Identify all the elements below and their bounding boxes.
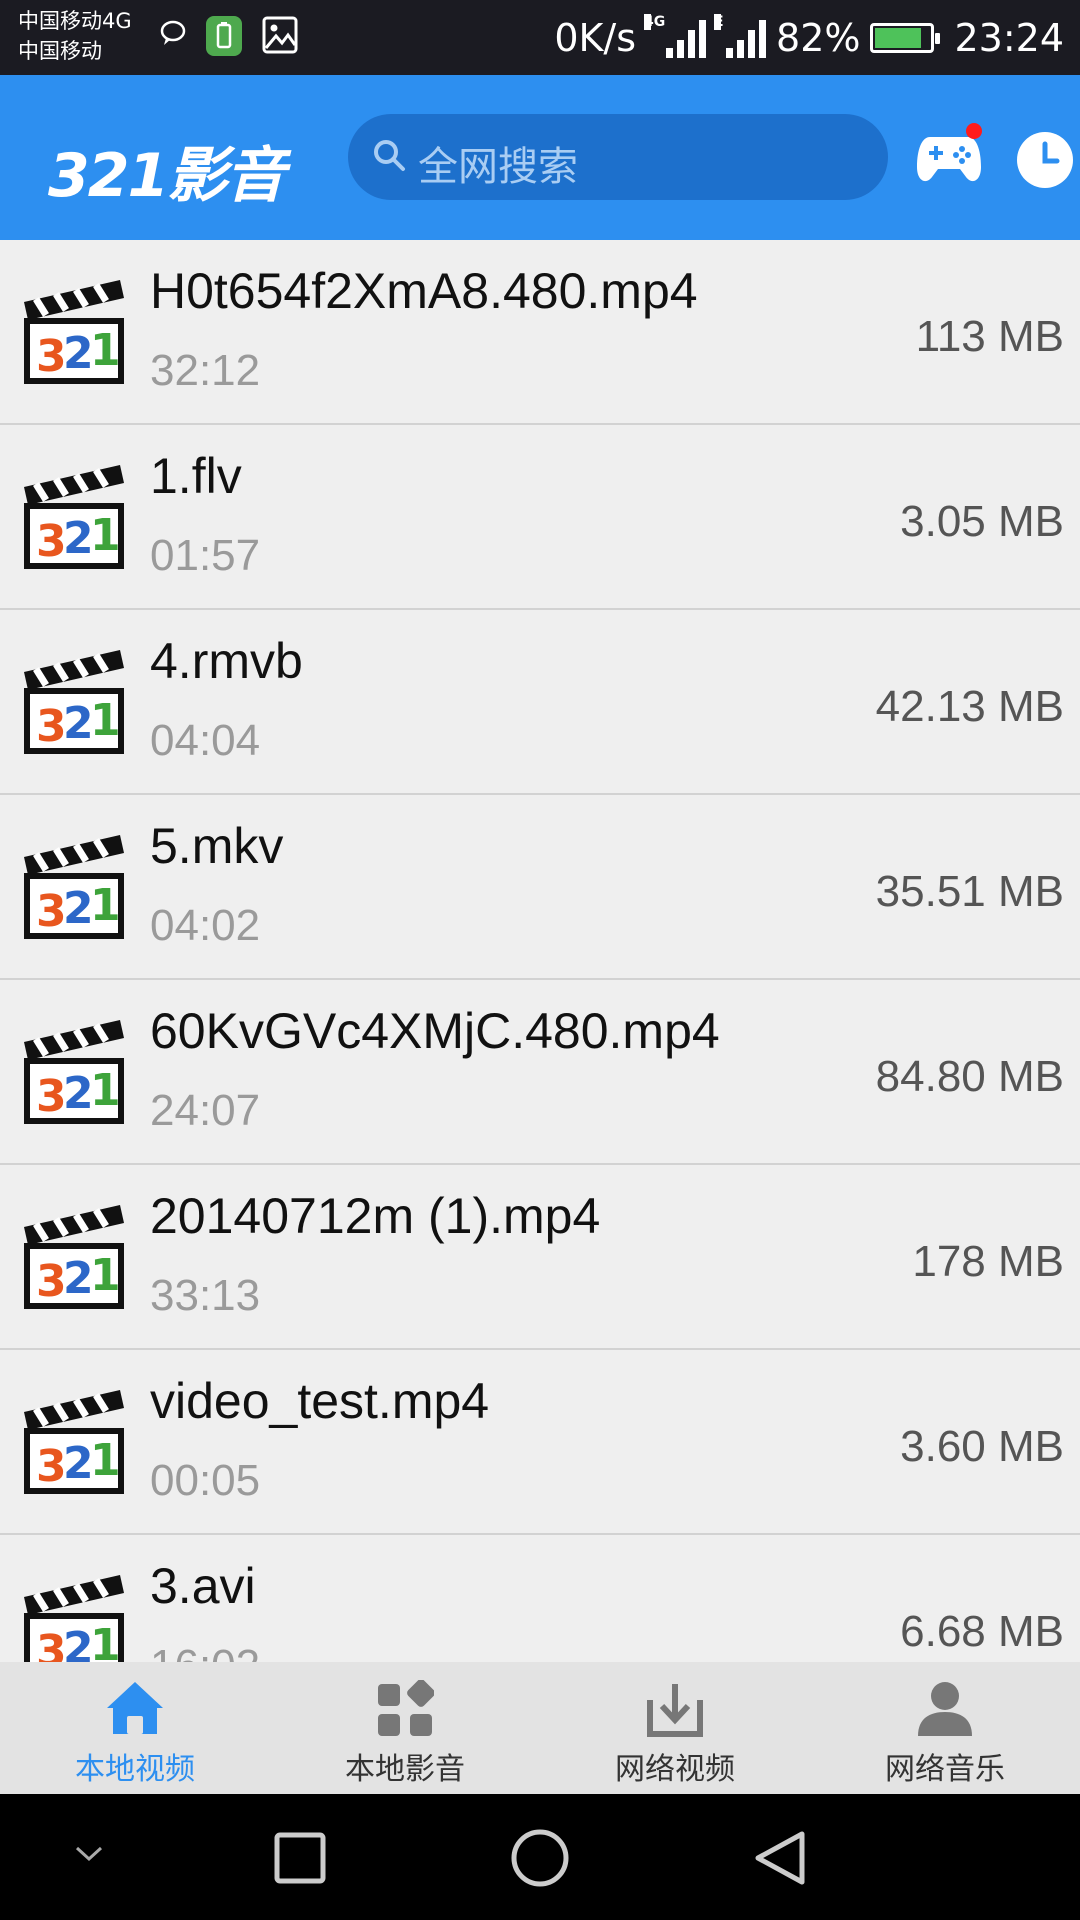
recents-square-icon[interactable] bbox=[274, 1832, 326, 1884]
video-list-item[interactable]: 3 2 1 60KvGVc4XMjC.480.mp4 24:07 84.80 M… bbox=[0, 980, 1080, 1165]
video-list-item[interactable]: 3 2 1 H0t654f2XmA8.480.mp4 32:12 113 MB bbox=[0, 240, 1080, 425]
svg-text:1: 1 bbox=[90, 1620, 121, 1662]
video-list-item[interactable]: 3 2 1 20140712m (1).mp4 33:13 178 MB bbox=[0, 1165, 1080, 1350]
video-duration: 24:07 bbox=[150, 1086, 261, 1135]
battery-saver-icon bbox=[206, 16, 242, 56]
video-list-item[interactable]: 3 2 1 3.avi 16:02 6.68 MB bbox=[0, 1535, 1080, 1662]
tab-label: 本地影音 bbox=[345, 1752, 465, 1787]
tab-online-video[interactable]: 网络视频 bbox=[540, 1662, 810, 1794]
network-speed: 0K/s bbox=[554, 15, 637, 60]
tab-label: 本地视频 bbox=[75, 1752, 195, 1787]
tab-label: 网络音乐 bbox=[885, 1752, 1005, 1787]
video-filename: 20140712m (1).mp4 bbox=[150, 1188, 601, 1244]
video-file-icon: 3 2 1 bbox=[24, 1205, 124, 1309]
tab-local-video[interactable]: 本地视频 bbox=[0, 1662, 270, 1794]
carrier-line-1: 中国移动4G bbox=[18, 9, 132, 33]
tab-local-media[interactable]: 本地影音 bbox=[270, 1662, 540, 1794]
person-icon bbox=[918, 1682, 972, 1736]
search-bar[interactable]: 全网搜索 bbox=[348, 114, 888, 200]
status-right: 0K/s 4G E 82% 23:24 bbox=[554, 0, 1064, 75]
bottom-tab-bar: 本地视频 本地影音 网络视频 网络音乐 bbox=[0, 1662, 1080, 1794]
video-file-icon: 3 2 1 bbox=[24, 1390, 124, 1494]
video-duration: 04:04 bbox=[150, 716, 261, 765]
svg-text:1: 1 bbox=[90, 325, 121, 376]
search-icon bbox=[374, 140, 405, 171]
video-list-item[interactable]: 3 2 1 4.rmvb 04:04 42.13 MB bbox=[0, 610, 1080, 795]
video-filename: 3.avi bbox=[150, 1558, 256, 1614]
tab-label: 网络视频 bbox=[615, 1752, 735, 1787]
svg-text:1: 1 bbox=[90, 510, 121, 561]
video-size: 3.05 MB bbox=[900, 497, 1064, 546]
video-size: 113 MB bbox=[915, 312, 1064, 361]
video-duration: 00:05 bbox=[150, 1456, 261, 1505]
tab-online-music[interactable]: 网络音乐 bbox=[810, 1662, 1080, 1794]
grid-icon bbox=[378, 1680, 434, 1736]
svg-text:1: 1 bbox=[90, 1250, 121, 1301]
video-list-item[interactable]: 3 2 1 video_test.mp4 00:05 3.60 MB bbox=[0, 1350, 1080, 1535]
video-filename: H0t654f2XmA8.480.mp4 bbox=[150, 263, 698, 319]
message-bubble-icon bbox=[160, 20, 186, 45]
video-filename: video_test.mp4 bbox=[150, 1373, 490, 1429]
video-duration: 04:02 bbox=[150, 901, 261, 950]
video-file-icon: 3 2 1 bbox=[24, 280, 124, 384]
video-duration: 33:13 bbox=[150, 1271, 261, 1320]
video-file-icon: 3 2 1 bbox=[24, 650, 124, 754]
video-size: 178 MB bbox=[912, 1237, 1064, 1286]
history-clock-icon[interactable] bbox=[1015, 130, 1075, 190]
video-filename: 60KvGVc4XMjC.480.mp4 bbox=[150, 1003, 720, 1059]
download-icon bbox=[647, 1684, 703, 1737]
back-triangle-icon[interactable] bbox=[752, 1828, 808, 1888]
video-file-icon: 3 2 1 bbox=[24, 1575, 124, 1662]
video-duration: 01:57 bbox=[150, 531, 261, 580]
video-file-icon: 3 2 1 bbox=[24, 1020, 124, 1124]
video-list: 3 2 1 H0t654f2XmA8.480.mp4 32:12 113 MB … bbox=[0, 240, 1080, 1662]
video-list-item[interactable]: 3 2 1 5.mkv 04:02 35.51 MB bbox=[0, 795, 1080, 980]
video-filename: 1.flv bbox=[150, 448, 242, 504]
video-duration: 32:12 bbox=[150, 346, 261, 395]
system-navigation-bar bbox=[0, 1794, 1080, 1920]
video-size: 42.13 MB bbox=[875, 682, 1064, 731]
svg-text:1: 1 bbox=[90, 880, 121, 931]
network-type-4g: 4G bbox=[644, 13, 666, 30]
image-icon bbox=[262, 16, 298, 54]
svg-text:1: 1 bbox=[90, 695, 121, 746]
signal-e-icon: E bbox=[714, 13, 767, 58]
battery-percent: 82% bbox=[776, 15, 861, 60]
video-size: 6.68 MB bbox=[900, 1607, 1064, 1656]
app-logo: 321影音 bbox=[48, 141, 285, 211]
clock-time: 23:24 bbox=[954, 15, 1064, 60]
video-filename: 5.mkv bbox=[150, 818, 284, 874]
carrier-line-2: 中国移动 bbox=[18, 39, 102, 63]
home-icon bbox=[107, 1682, 163, 1734]
chevron-down-icon[interactable] bbox=[74, 1844, 104, 1864]
battery-charging-icon bbox=[870, 22, 941, 53]
video-size: 84.80 MB bbox=[875, 1052, 1064, 1101]
video-list-item[interactable]: 3 2 1 1.flv 01:57 3.05 MB bbox=[0, 425, 1080, 610]
video-file-icon: 3 2 1 bbox=[24, 465, 124, 569]
notification-dot bbox=[966, 123, 982, 139]
video-size: 35.51 MB bbox=[875, 867, 1064, 916]
svg-text:1: 1 bbox=[90, 1065, 121, 1116]
video-duration: 16:02 bbox=[150, 1641, 260, 1662]
search-placeholder: 全网搜索 bbox=[418, 144, 578, 190]
video-size: 3.60 MB bbox=[900, 1422, 1064, 1471]
video-filename: 4.rmvb bbox=[150, 633, 303, 689]
app-header: 321影音 全网搜索 bbox=[0, 75, 1080, 240]
carrier-info: 中国移动4G 中国移动 bbox=[18, 6, 132, 66]
home-circle-icon[interactable] bbox=[510, 1828, 570, 1888]
svg-text:1: 1 bbox=[90, 1435, 121, 1486]
video-file-icon: 3 2 1 bbox=[24, 835, 124, 939]
status-bar: 中国移动4G 中国移动 0K/s 4G E 82% 23:24 bbox=[0, 0, 1080, 75]
signal-4g-icon: 4G bbox=[644, 13, 707, 58]
network-type-e: E bbox=[714, 13, 724, 30]
